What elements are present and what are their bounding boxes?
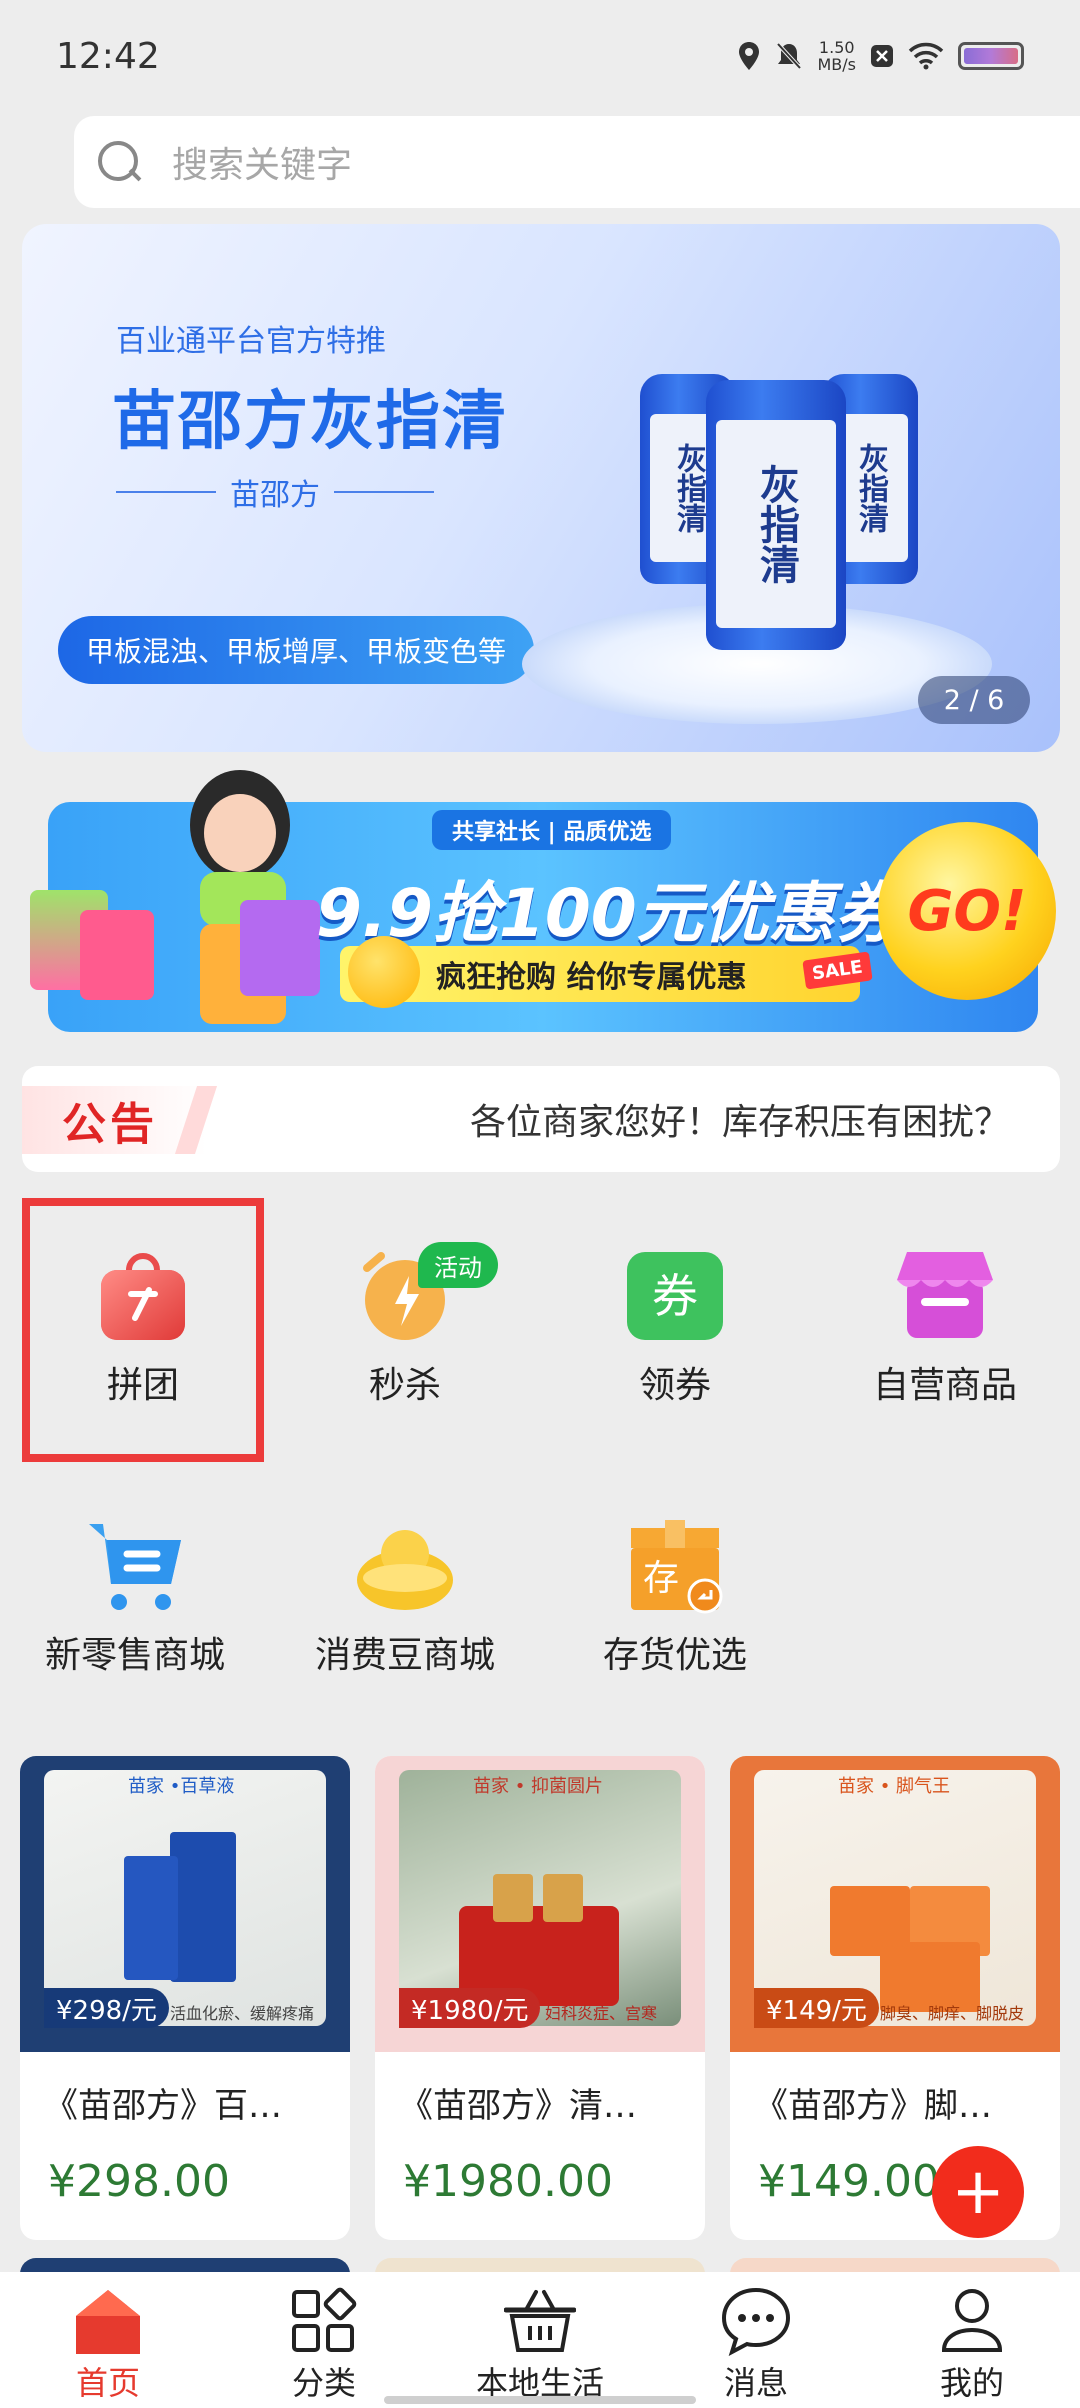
product-card[interactable]: 苗家 •百草液 ¥298/元 活血化瘀、缓解疼痛 《苗邵方》百… ¥298.00: [20, 1756, 350, 2240]
hero-subtitle: 百业通平台官方特推: [116, 324, 386, 359]
nav-profile[interactable]: 我的: [864, 2272, 1080, 2408]
notification-x-icon: [871, 45, 893, 67]
product-benefit: 活血化瘀、缓解疼痛: [170, 2004, 315, 2023]
search-icon: [96, 139, 142, 185]
carousel-pager: 2 / 6: [918, 676, 1030, 724]
add-fab-button[interactable]: +: [932, 2146, 1024, 2238]
user-icon: [936, 2286, 1008, 2356]
gold-ingot-icon: [355, 1516, 455, 1616]
product-chip: 苗家 • 抑菌圆片: [473, 1776, 604, 1797]
gesture-bar[interactable]: [384, 2396, 696, 2404]
menu-new-retail-mall[interactable]: 新零售商城: [20, 1496, 250, 1686]
coupon-banner[interactable]: 共享社长 | 品质优选 9.9抢100元优惠券 疯狂抢购 给你专属优惠 SALE…: [20, 760, 1060, 1050]
nav-local-life[interactable]: 本地生活: [432, 2272, 648, 2408]
menu-label: 领券: [638, 1365, 711, 1406]
hero-banner[interactable]: 百业通平台官方特推 苗邵方灰指清 苗邵方 甲板混浊、甲板增厚、甲板变色等 灰指清…: [22, 224, 1060, 752]
heart-eyes-emoji-icon: [348, 936, 420, 1008]
menu-inventory-picks[interactable]: 存 存货优选: [560, 1496, 790, 1686]
activity-badge: 活动: [418, 1242, 498, 1288]
nav-label: 首页: [75, 2364, 140, 2402]
product-image: 苗家 • 抑菌圆片 ¥1980/元 妇科炎症、宫寒: [375, 1756, 705, 2052]
product-price: ¥298.00: [48, 2156, 230, 2207]
search-bar[interactable]: 搜索关键字: [74, 116, 1080, 208]
selection-highlight: [22, 1198, 264, 1462]
menu-self-operated[interactable]: 自营商品: [830, 1226, 1060, 1416]
product-card[interactable]: 苗家 • 抑菌圆片 ¥1980/元 妇科炎症、宫寒 《苗邵方》清… ¥1980.…: [375, 1756, 705, 2240]
menu-points-mall[interactable]: 消费豆商城: [290, 1496, 520, 1686]
shopping-bag-illustration: [240, 900, 320, 996]
basket-icon: [503, 2286, 577, 2356]
cart-icon: [85, 1516, 185, 1616]
coupon-tag: 共享社长 | 品质优选: [432, 810, 672, 850]
store-icon: [895, 1246, 995, 1346]
notice-badge: 公告: [22, 1086, 206, 1154]
nav-label: 消息: [723, 2364, 788, 2402]
status-bar: 12:42 1.50 MB/s: [0, 0, 1080, 112]
nav-label: 分类: [291, 2364, 356, 2402]
network-speed: 1.50 MB/s: [817, 39, 856, 73]
product-price-tag: ¥1980/元: [399, 1988, 541, 2028]
menu-label: 新零售商城: [44, 1635, 225, 1676]
storage-glyph: 存: [643, 1558, 679, 1599]
nav-label: 我的: [939, 2364, 1004, 2402]
bottom-nav: 首页 分类 本地生活 消息 我的: [0, 2272, 1080, 2408]
menu-label: 存货优选: [602, 1635, 747, 1676]
product-chip: 苗家 • 脚气王: [838, 1776, 951, 1797]
jar-label: 灰指清: [716, 420, 836, 628]
product-name: 《苗邵方》脚…: [754, 2086, 992, 2126]
status-icons: 1.50 MB/s: [737, 39, 1024, 73]
clock: 12:42: [56, 35, 160, 77]
product-price-tag: ¥298/元: [44, 1988, 169, 2028]
product-price: ¥149.00: [758, 2156, 940, 2207]
coupon-icon: 券: [625, 1246, 725, 1346]
coupon-glyph: 券: [652, 1269, 698, 1323]
net-speed-unit: MB/s: [817, 55, 856, 74]
nav-home[interactable]: 首页: [0, 2272, 216, 2408]
battery-icon: [958, 42, 1024, 70]
product-benefit: 妇科炎症、宫寒: [545, 2004, 658, 2023]
hero-brand-text: 苗邵方: [230, 478, 320, 513]
product-chip: 苗家 •百草液: [128, 1776, 235, 1797]
nav-messages[interactable]: 消息: [648, 2272, 864, 2408]
storage-box-icon: 存: [625, 1516, 725, 1616]
notice-text: 各位商家您好！库存积压有困扰？: [469, 1102, 1010, 1143]
menu-label: 消费豆商城: [314, 1635, 495, 1676]
chat-bubble-icon: [720, 2286, 792, 2357]
go-button[interactable]: GO!: [878, 822, 1056, 1000]
wifi-icon: [908, 42, 944, 70]
product-jar-center: 灰指清: [706, 380, 846, 650]
hero-brand: 苗邵方: [116, 470, 434, 514]
net-speed-value: 1.50: [818, 38, 855, 57]
category-grid-icon: [288, 2286, 360, 2356]
product-benefit: 脚臭、脚痒、脚脱皮: [880, 2004, 1025, 2023]
product-name: 《苗邵方》百…: [44, 2086, 282, 2126]
menu-coupons[interactable]: 券 领券: [560, 1226, 790, 1416]
product-price-tag: ¥149/元: [754, 1988, 879, 2028]
location-icon: [739, 42, 760, 70]
menu-label: 自营商品: [872, 1365, 1017, 1406]
menu-label: 秒杀: [368, 1365, 441, 1406]
product-image: 苗家 • 脚气王 ¥149/元 脚臭、脚痒、脚脱皮: [730, 1756, 1060, 2052]
shopping-bag-illustration: [80, 910, 154, 1000]
nav-category[interactable]: 分类: [216, 2272, 432, 2408]
product-image: 苗家 •百草液 ¥298/元 活血化瘀、缓解疼痛: [20, 1756, 350, 2052]
mute-bell-icon: [777, 42, 802, 70]
hero-symptom-pill: 甲板混浊、甲板增厚、甲板变色等: [58, 616, 535, 684]
product-name: 《苗邵方》清…: [399, 2086, 637, 2126]
notice-bar[interactable]: 公告 各位商家您好！库存积压有困扰？: [22, 1066, 1060, 1172]
hero-title: 苗邵方灰指清: [112, 385, 508, 459]
search-placeholder: 搜索关键字: [172, 145, 353, 186]
product-price: ¥1980.00: [403, 2156, 613, 2207]
home-icon: [72, 2286, 144, 2356]
